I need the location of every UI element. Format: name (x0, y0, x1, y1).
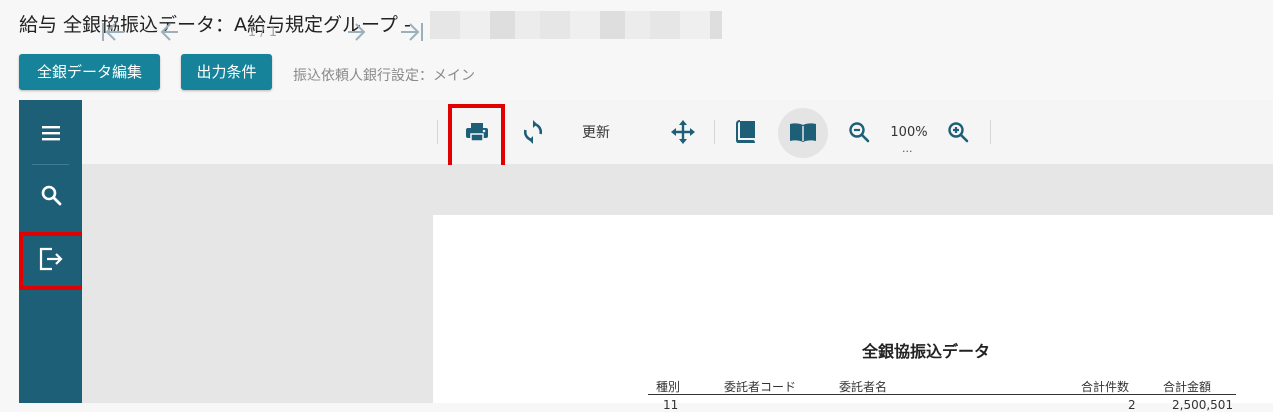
first-page-icon[interactable] (96, 0, 130, 64)
toolbar-divider (714, 120, 715, 144)
column-header: 委託者コード (724, 380, 797, 394)
print-highlight-box (448, 104, 505, 170)
zoom-level-text: 100% (890, 124, 928, 140)
refresh-button[interactable]: 更新 (570, 100, 622, 164)
zoom-out-icon[interactable] (842, 100, 876, 164)
refresh-icon[interactable] (515, 100, 551, 164)
document-title: 全銀協振込データ (862, 342, 991, 361)
zoom-more[interactable]: ... (902, 142, 913, 155)
search-icon[interactable] (19, 175, 82, 215)
column-header: 委託者名 (839, 380, 888, 394)
document-page (433, 215, 1273, 403)
column-header: 合計件数 (1081, 380, 1130, 394)
refresh-label: 更新 (582, 125, 610, 141)
toolbar-divider (990, 120, 991, 144)
toolbar-divider (437, 120, 438, 144)
column-header: 種別 (656, 380, 681, 394)
menu-icon[interactable] (19, 113, 82, 153)
page-indicator-text: 1 / 1 (247, 24, 278, 40)
sidebar-divider (32, 164, 69, 165)
redacted-title-area (430, 11, 722, 39)
zoom-in-icon[interactable] (941, 100, 975, 164)
page-indicator[interactable]: 1 / 1 (235, 0, 290, 64)
header-rule (648, 394, 1236, 395)
export-highlight-box (19, 232, 85, 290)
edit-zengin-data-button[interactable]: 全銀データ編集 (19, 54, 160, 90)
next-page-icon[interactable] (340, 0, 372, 64)
column-header: 合計金額 (1163, 380, 1212, 394)
bank-setting-label: 振込依頼人銀行設定：メイン (293, 68, 475, 84)
row-cell: 2 (1128, 398, 1136, 412)
last-page-icon[interactable] (395, 0, 429, 64)
prev-page-icon[interactable] (154, 0, 186, 64)
book-view-icon[interactable] (783, 100, 823, 164)
move-icon[interactable] (665, 100, 701, 164)
row-cell: 11 (663, 398, 679, 412)
continuous-view-icon[interactable] (727, 100, 765, 164)
row-cell: 2,500,501 (1172, 398, 1234, 412)
